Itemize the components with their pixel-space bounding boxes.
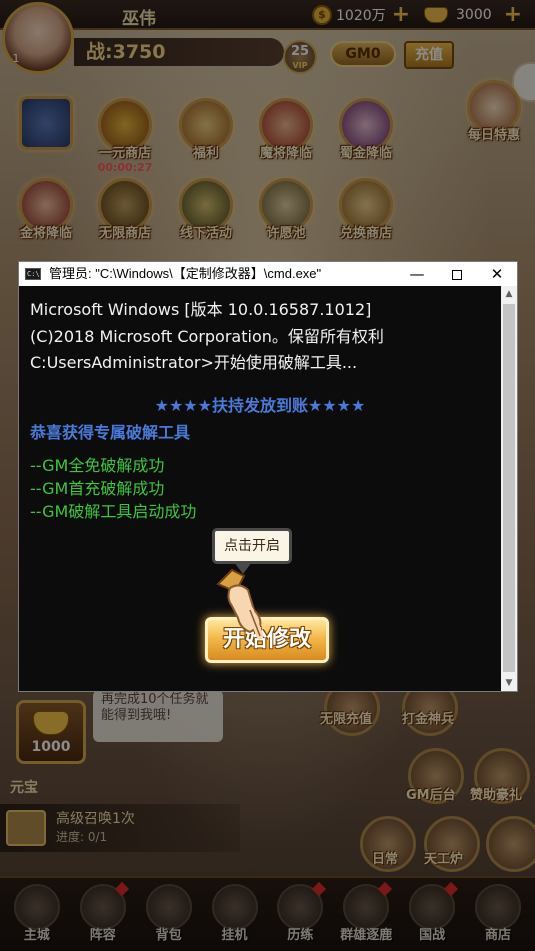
console-banner: ★★★★扶持发放到账★★★★ bbox=[154, 396, 366, 415]
click-to-start-tooltip: 点击开启 bbox=[212, 528, 292, 564]
scroll-down-arrow[interactable]: ▼ bbox=[501, 675, 517, 691]
console-success-line: --GM全免破解成功 bbox=[30, 456, 165, 475]
maximize-button[interactable] bbox=[437, 262, 477, 286]
cmd-titlebar[interactable]: C:\ 管理员: "C:\Windows\【定制修改器】\cmd.exe" — … bbox=[19, 262, 517, 286]
console-line: C:UsersAdministrator>开始使用破解工具... bbox=[30, 353, 358, 372]
pointing-hand-icon bbox=[216, 568, 264, 640]
vertical-scrollbar[interactable]: ▲ ▼ bbox=[501, 286, 517, 691]
minimize-button[interactable]: — bbox=[397, 262, 437, 286]
scroll-thumb[interactable] bbox=[503, 304, 515, 672]
scroll-up-arrow[interactable]: ▲ bbox=[501, 286, 517, 302]
console-success-line: --GM首充破解成功 bbox=[30, 479, 165, 498]
cmd-app-icon: C:\ bbox=[25, 268, 41, 280]
cmd-window-title: 管理员: "C:\Windows\【定制修改器】\cmd.exe" bbox=[49, 266, 322, 281]
console-congrats: 恭喜获得专属破解工具 bbox=[30, 423, 191, 442]
maximize-icon bbox=[452, 269, 462, 280]
console-line: (C)2018 Microsoft Corporation。保留所有权利 bbox=[30, 327, 384, 346]
console-line: Microsoft Windows [版本 10.0.16587.1012] bbox=[30, 300, 372, 319]
console-success-line: --GM破解工具启动成功 bbox=[30, 502, 197, 521]
close-button[interactable]: ✕ bbox=[477, 262, 517, 286]
